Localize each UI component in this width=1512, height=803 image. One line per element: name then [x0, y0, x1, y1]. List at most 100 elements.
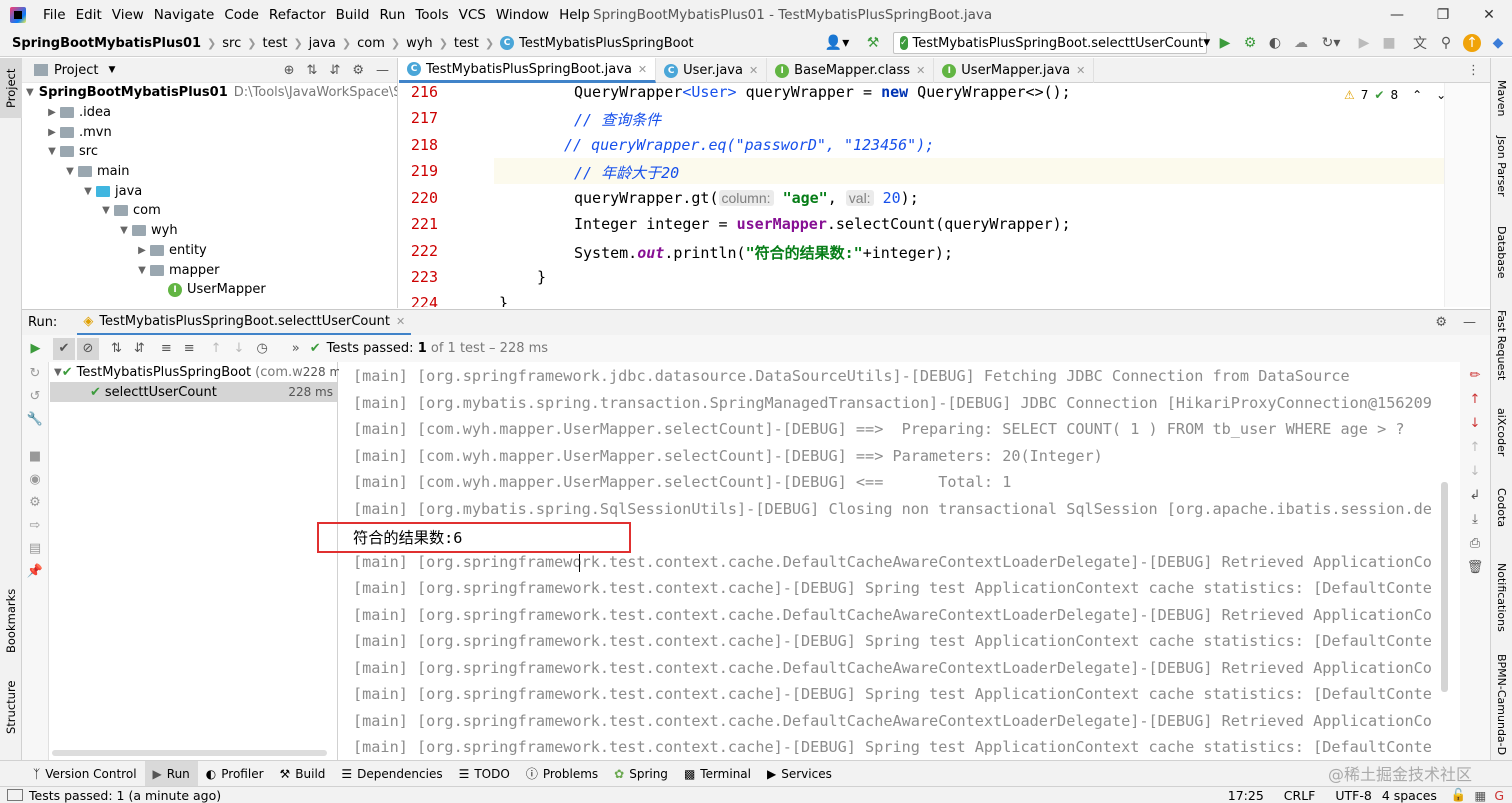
btab-problems[interactable]: ⓘ Problems — [518, 761, 606, 787]
menu-help[interactable]: Help — [554, 7, 595, 23]
history-icon[interactable]: ◷ — [256, 341, 267, 356]
horizontal-scrollbar[interactable] — [52, 750, 327, 756]
minimize-icon[interactable]: — — [1374, 0, 1420, 30]
tool-aixcoder[interactable]: aiXcoder — [1495, 408, 1508, 456]
more-tabs-icon[interactable]: ⋮ — [1467, 63, 1480, 78]
chevron-down-icon[interactable]: ⌄ — [1436, 88, 1444, 102]
tool-structure[interactable]: Structure — [4, 681, 18, 735]
more-run-icon[interactable]: ↻▾ — [1318, 34, 1344, 52]
btab-terminal[interactable]: ▩ Terminal — [676, 761, 759, 787]
tree-item-src[interactable]: ▼ src — [22, 142, 397, 162]
soft-wrap-icon[interactable]: ↲ — [1470, 488, 1481, 503]
console-output[interactable]: [main] [org.springframework.jdbc.datasou… — [339, 362, 1449, 760]
tool-fast-request[interactable]: Fast Request — [1495, 310, 1508, 380]
menu-file[interactable]: File — [38, 7, 71, 23]
close-icon[interactable]: ✕ — [749, 64, 758, 77]
tab-basemapper[interactable]: I BaseMapper.class ✕ — [767, 58, 935, 83]
menu-run[interactable]: Run — [374, 7, 410, 23]
menu-tools[interactable]: Tools — [410, 7, 453, 23]
run-tab[interactable]: ◈ TestMybatisPlusSpringBoot.selecttUserC… — [77, 310, 412, 336]
vertical-scrollbar[interactable] — [1441, 482, 1448, 692]
chevron-up-icon[interactable]: ⌃ — [1412, 88, 1422, 102]
btab-profiler[interactable]: ◐ Profiler — [198, 761, 272, 787]
btab-todo[interactable]: ☰ TODO — [451, 761, 518, 787]
more-icon[interactable]: » — [292, 341, 300, 356]
inspection-widget[interactable]: ⚠ 7 ✔ 8 ⌃ ⌄ — [1344, 88, 1444, 102]
tab-testmybatisplusspringboot[interactable]: C TestMybatisPlusSpringBoot.java ✕ — [399, 58, 657, 83]
collapse-all-icon[interactable]: ⇵ — [329, 63, 340, 78]
tree-root[interactable]: ▼ SpringBootMybatisPlus01 D:\Tools\JavaW… — [22, 83, 397, 103]
maximize-icon[interactable]: ❐ — [1420, 0, 1466, 30]
run-config-dropdown[interactable]: ✓ TestMybatisPlusSpringBoot.selecttUserC… — [893, 32, 1210, 54]
gear-icon[interactable]: ⚙ — [1435, 315, 1447, 330]
breadcrumb-java[interactable]: java — [309, 36, 336, 51]
btab-version-control[interactable]: ᛉ Version Control — [25, 761, 145, 787]
menu-vcs[interactable]: VCS — [454, 7, 491, 23]
arrow-down-icon[interactable]: ↓ — [1470, 464, 1481, 479]
breadcrumb-class[interactable]: TestMybatisPlusSpringBoot — [519, 36, 694, 51]
run-icon[interactable]: ▶ — [1216, 34, 1234, 52]
settings-icon[interactable]: ⚙ — [29, 495, 41, 510]
file-encoding[interactable]: UTF-8 — [1335, 788, 1371, 803]
code-minimap[interactable] — [1444, 83, 1490, 307]
tool-bookmarks[interactable]: Bookmarks — [4, 589, 18, 653]
menu-edit[interactable]: Edit — [71, 7, 107, 23]
tree-item-main[interactable]: ▼ main — [22, 162, 397, 182]
tool-database[interactable]: Database — [1495, 226, 1508, 279]
tool-maven[interactable]: Maven — [1495, 80, 1508, 116]
test-suite-row[interactable]: ▼ ✔ TestMybatisPlusSpringBoot (com.w 228… — [50, 362, 347, 382]
menu-window[interactable]: Window — [491, 7, 554, 23]
tree-item-java[interactable]: ▼ java — [22, 181, 397, 201]
arrow-up-icon[interactable]: ↑ — [211, 341, 222, 356]
hide-icon[interactable]: — — [1463, 315, 1476, 330]
close-icon[interactable]: ✕ — [916, 64, 925, 77]
project-header-label[interactable]: Project — [54, 63, 98, 78]
hide-icon[interactable]: — — [376, 63, 389, 78]
translate-icon[interactable]: 文 — [1411, 34, 1429, 52]
status-message[interactable]: Tests passed: 1 (a minute ago) — [29, 788, 221, 803]
camera-icon[interactable]: ◉ — [29, 472, 40, 487]
breadcrumb-wyh[interactable]: wyh — [406, 36, 433, 51]
tree-item-com[interactable]: ▼ com — [22, 201, 397, 221]
show-passed-icon[interactable]: ✔ — [53, 337, 75, 360]
btab-build[interactable]: ⚒ Build — [272, 761, 334, 787]
menu-refactor[interactable]: Refactor — [264, 7, 331, 23]
menu-build[interactable]: Build — [331, 7, 375, 23]
collapse-all-icon[interactable]: ≡ — [184, 341, 195, 356]
breadcrumb-test[interactable]: test — [262, 36, 287, 51]
scroll-to-end-icon[interactable]: ⤓ — [1472, 512, 1478, 527]
gear-icon[interactable]: ⚙ — [352, 63, 364, 78]
caret-position[interactable]: 17:25 — [1228, 788, 1264, 803]
close-icon[interactable]: ✕ — [1466, 0, 1512, 30]
rerun-icon[interactable]: ▶ — [22, 341, 49, 356]
arrow-down-icon[interactable]: ↓ — [1470, 416, 1481, 431]
panel-toggle-icon[interactable] — [7, 789, 23, 801]
rerun-failed-icon[interactable]: ↻ — [30, 366, 41, 381]
close-icon[interactable]: ✕ — [638, 63, 647, 76]
show-ignored-icon[interactable]: ⊘ — [77, 337, 99, 360]
code-editor[interactable]: 216 217 218 219 220 221 222 223 224 Quer… — [399, 83, 1444, 307]
tree-item-wyh[interactable]: ▼ wyh — [22, 221, 397, 241]
sort-duration-icon[interactable]: ⇵ — [134, 341, 145, 356]
btab-spring[interactable]: ✿ Spring — [606, 761, 676, 787]
build-hammer-icon[interactable]: ⚒ — [864, 34, 882, 52]
menu-view[interactable]: View — [107, 7, 149, 23]
arrow-down-icon[interactable]: ↓ — [234, 341, 245, 356]
print-icon[interactable]: ⎙ — [1470, 536, 1480, 551]
layout-icon[interactable]: ▤ — [29, 541, 41, 556]
sort-alpha-icon[interactable]: ⇅ — [111, 341, 122, 356]
google-icon[interactable]: G — [1494, 788, 1504, 803]
close-icon[interactable]: ✕ — [396, 315, 405, 328]
arrow-up-icon[interactable]: ↑ — [1470, 440, 1481, 455]
tree-item-mvn[interactable]: ▶ .mvn — [22, 122, 397, 142]
locate-icon[interactable]: ⊕ — [284, 63, 295, 78]
search-icon[interactable]: ⚲ — [1437, 34, 1455, 52]
arrow-up-icon[interactable]: ↑ — [1470, 392, 1481, 407]
tool-notifications[interactable]: Notifications — [1495, 563, 1508, 632]
breadcrumb-project[interactable]: SpringBootMybatisPlus01 — [12, 36, 201, 51]
debug-icon[interactable]: ⚙ — [1241, 34, 1259, 52]
tab-usermapper[interactable]: I UserMapper.java ✕ — [934, 58, 1095, 83]
tree-item-mapper[interactable]: ▼ mapper — [22, 260, 397, 280]
close-icon[interactable]: ✕ — [1076, 64, 1085, 77]
coverage-icon[interactable]: ◐ — [1266, 34, 1284, 52]
